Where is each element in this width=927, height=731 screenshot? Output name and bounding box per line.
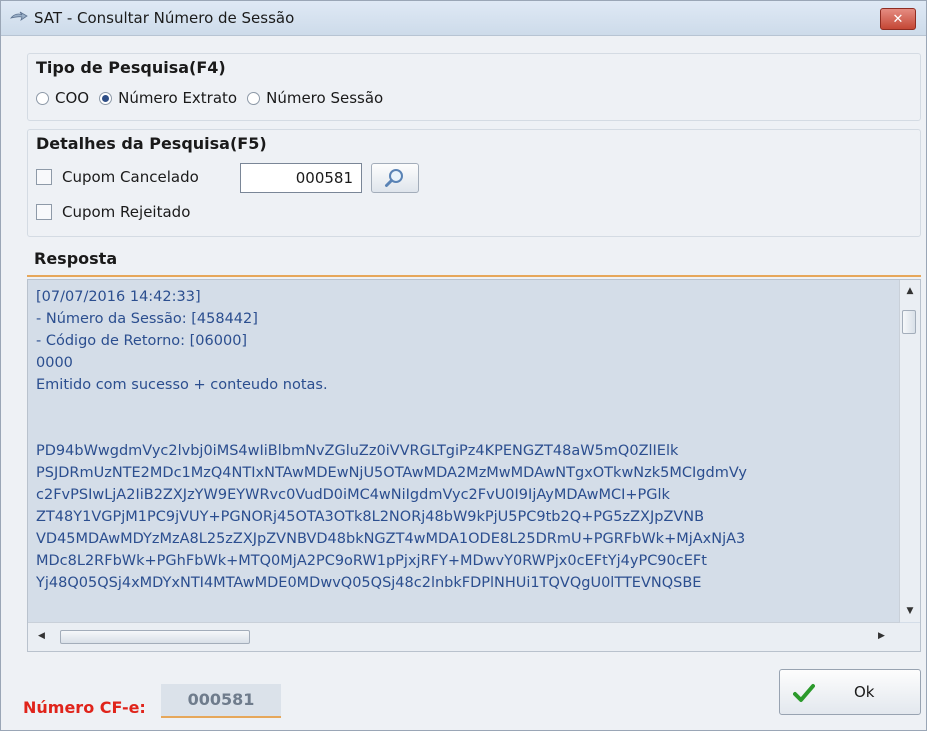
vertical-scrollbar[interactable]: ▲ ▼ (899, 280, 920, 622)
radio-numero-extrato-label: Número Extrato (118, 89, 238, 107)
numero-input[interactable]: 000581 (240, 163, 362, 193)
cupom-rejeitado-label: Cupom Rejeitado (62, 203, 191, 221)
resposta-textarea[interactable]: [07/07/2016 14:42:33] - Número da Sessão:… (27, 279, 921, 652)
scroll-up-icon[interactable]: ▲ (904, 286, 916, 298)
numero-cfe-label: Número CF-e: (23, 698, 146, 717)
dialog-window: SAT - Consultar Número de Sessão ✕ Tipo … (0, 0, 927, 731)
resposta-line: - Número da Sessão: [458442] (36, 311, 258, 327)
title-bar: SAT - Consultar Número de Sessão ✕ (1, 1, 926, 36)
detalhes-pesquisa-group: Detalhes da Pesquisa(F5) Cupom Cancelado… (27, 129, 921, 237)
radio-coo-label: COO (55, 89, 90, 107)
cupom-cancelado-checkbox[interactable] (36, 169, 52, 185)
horizontal-scroll-thumb[interactable] (60, 630, 250, 644)
tipo-pesquisa-title: Tipo de Pesquisa(F4) (36, 58, 226, 77)
scroll-left-icon[interactable]: ◀ (38, 631, 45, 641)
detalhes-pesquisa-title: Detalhes da Pesquisa(F5) (36, 134, 267, 153)
radio-numero-extrato[interactable] (99, 91, 113, 105)
resposta-title: Resposta (34, 249, 118, 268)
resposta-line: PD94bWwgdmVyc2lvbj0iMS4wIiBlbmNvZGluZz0i… (36, 443, 679, 459)
resposta-divider (27, 275, 921, 277)
close-button[interactable]: ✕ (880, 8, 916, 30)
ok-button[interactable]: Ok (779, 669, 921, 715)
app-icon (10, 11, 28, 21)
close-icon: ✕ (892, 11, 904, 27)
radio-numero-sessao[interactable] (247, 91, 261, 105)
resposta-line: MDc8L2RFbWk+PGhFbWk+MTQ0MjA2PC9oRW1pPjxj… (36, 553, 707, 569)
horizontal-scrollbar[interactable]: ◀ ▶ (28, 622, 900, 651)
numero-cfe-value: 000581 (161, 684, 281, 718)
cupom-cancelado-row[interactable]: Cupom Cancelado (36, 168, 199, 186)
ok-button-label: Ok (854, 683, 875, 701)
scroll-right-icon[interactable]: ▶ (878, 631, 885, 641)
cupom-cancelado-label: Cupom Cancelado (62, 168, 199, 186)
window-title: SAT - Consultar Número de Sessão (34, 9, 295, 27)
resposta-line: [07/07/2016 14:42:33] (36, 289, 201, 305)
resposta-line: Emitido com sucesso + conteudo notas. (36, 377, 328, 393)
cupom-rejeitado-checkbox[interactable] (36, 204, 52, 220)
scroll-down-icon[interactable]: ▼ (904, 606, 916, 618)
search-icon (385, 169, 403, 187)
resposta-line: Yj48Q05QSj4xMDYxNTI4MTAwMDE0MDwvQ05QSj48… (36, 575, 702, 591)
resposta-line: PSJDRmUzNTE2MDc1MzQ4NTIxNTAwMDEwNjU5OTAw… (36, 465, 747, 481)
radio-numero-sessao-label: Número Sessão (266, 89, 384, 107)
tipo-pesquisa-options: COO Número Extrato Número Sessão (36, 89, 393, 107)
resposta-line (36, 396, 884, 418)
resposta-line: VD45MDAwMDYzMzA8L25zZXJpZVNBVD48bkNGZT4w… (36, 531, 746, 547)
resposta-line: - Código de Retorno: [06000] (36, 333, 248, 349)
resposta-line: ZT48Y1VGPjM1PC9jVUY+PGNORj45OTA3OTk8L2NO… (36, 509, 705, 525)
resposta-text: [07/07/2016 14:42:33] - Número da Sessão:… (36, 286, 884, 616)
radio-coo[interactable] (36, 91, 49, 105)
cupom-rejeitado-row[interactable]: Cupom Rejeitado (36, 203, 190, 221)
resposta-line (36, 418, 884, 440)
resposta-line: c2FvPSIwLjA2IiB2ZXJzYW9EYWRvc0VudD0iMC4w… (36, 487, 670, 503)
check-icon (793, 684, 815, 702)
tipo-pesquisa-group: Tipo de Pesquisa(F4) COO Número Extrato … (27, 53, 921, 121)
vertical-scroll-thumb[interactable] (902, 310, 916, 334)
scroll-corner (900, 623, 920, 651)
search-button[interactable] (371, 163, 419, 193)
resposta-line: 0000 (36, 355, 73, 371)
